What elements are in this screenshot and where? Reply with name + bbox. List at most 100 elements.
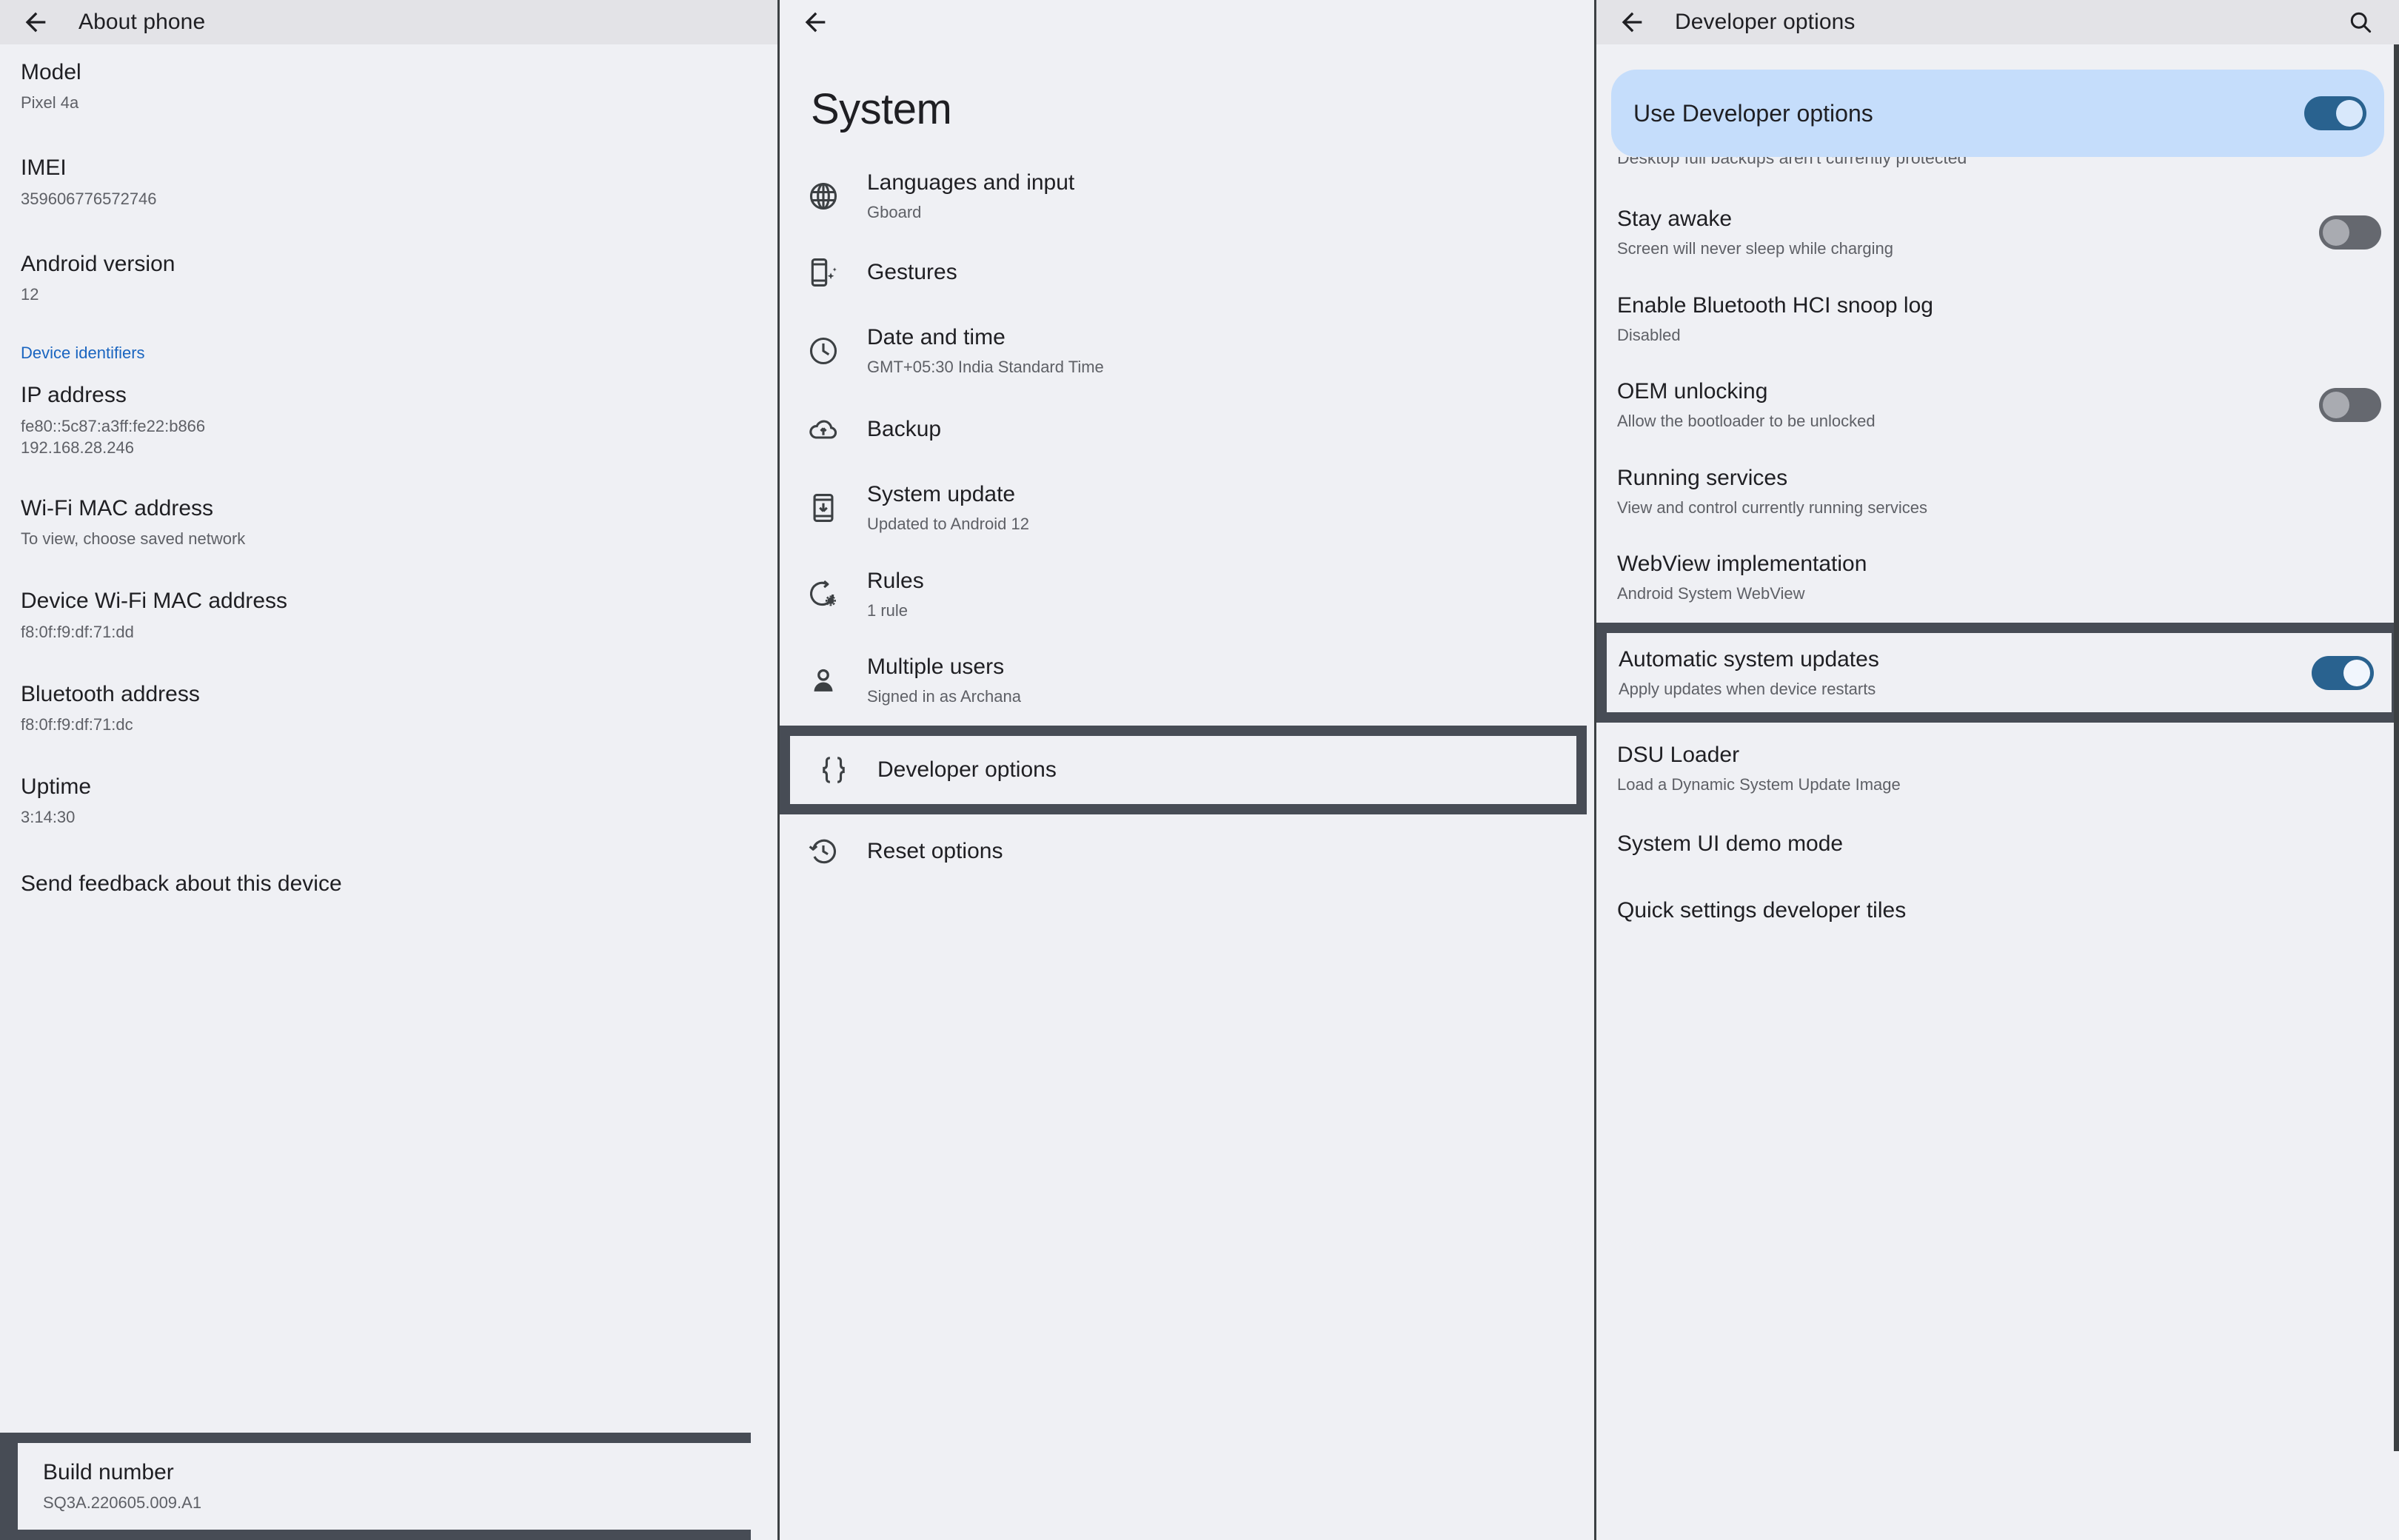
system-update-icon — [780, 492, 867, 524]
item-title: Running services — [1617, 465, 1788, 490]
pref-system-ui-demo-mode[interactable]: System UI demo mode — [1596, 808, 2399, 871]
system-list: Languages and input Gboard Gestures Date… — [780, 156, 1594, 726]
list-item-reset-options[interactable]: Reset options — [780, 814, 1594, 888]
pref-running-services[interactable]: Running services View and control curren… — [1596, 446, 2399, 532]
about-phone-appbar: About phone — [0, 0, 777, 44]
developer-options-appbar: Developer options — [1596, 0, 2399, 44]
item-value: 359606776572746 — [21, 189, 157, 208]
list-item[interactable]: Model Pixel 4a — [21, 44, 777, 125]
item-title: Reset options — [867, 838, 1003, 863]
oem-unlocking-toggle[interactable] — [2319, 388, 2381, 423]
gestures-phone-icon — [780, 256, 867, 289]
use-developer-options-toggle[interactable] — [2304, 96, 2366, 130]
search-icon[interactable] — [2347, 9, 2374, 36]
three-panel-screenshot: About phone Model Pixel 4a IMEI 35960677… — [0, 0, 2399, 1540]
item-title: System update — [867, 482, 1016, 507]
list-item[interactable]: IP address fe80::5c87:a3ff:fe22:b866 192… — [21, 366, 777, 469]
person-icon — [780, 665, 867, 697]
item-title: Backup — [867, 417, 942, 442]
list-item-system-update[interactable]: System update Updated to Android 12 — [780, 465, 1594, 552]
item-sub: Gboard — [867, 203, 922, 221]
item-value: fe80::5c87:a3ff:fe22:b866 192.168.28.246 — [21, 416, 206, 457]
item-title: Uptime — [21, 774, 92, 799]
list-item[interactable]: Uptime 3:14:30 — [21, 747, 777, 840]
scrollbar[interactable] — [2394, 44, 2399, 1451]
item-value: 3:14:30 — [21, 808, 76, 827]
arrow-back-icon[interactable] — [21, 7, 50, 37]
clock-icon — [780, 335, 867, 367]
history-icon — [780, 835, 867, 868]
item-title: DSU Loader — [1617, 742, 1740, 767]
page-title: Developer options — [1675, 10, 1856, 34]
item-sub: GMT+05:30 India Standard Time — [867, 357, 1104, 376]
item-title: Developer options — [877, 757, 1057, 782]
item-title: Rules — [867, 568, 924, 593]
item-title: Multiple users — [867, 654, 1005, 680]
item-title: Android version — [21, 251, 175, 276]
item-value: f8:0f:f9:df:71:dd — [21, 622, 134, 641]
pref-webview-implementation[interactable]: WebView implementation Android System We… — [1596, 532, 2399, 623]
list-item-developer-options[interactable]: Developer options — [790, 735, 1576, 804]
item-title: Wi-Fi MAC address — [21, 495, 214, 520]
arrow-back-icon[interactable] — [1617, 7, 1647, 37]
item-title: Send feedback about this device — [21, 871, 342, 897]
list-item-languages-and-input[interactable]: Languages and input Gboard — [780, 156, 1594, 237]
item-title: Build number — [43, 1459, 174, 1484]
page-title: About phone — [78, 10, 206, 34]
pref-stay-awake[interactable]: Stay awake Screen will never sleep while… — [1596, 191, 2399, 273]
item-sub: Android System WebView — [1617, 584, 1805, 603]
automatic-system-updates-toggle[interactable] — [2312, 656, 2374, 691]
list-item-rules[interactable]: Rules 1 rule — [780, 552, 1594, 638]
use-developer-options-label: Use Developer options — [1633, 99, 1873, 127]
list-item[interactable]: Android version 12 — [21, 221, 777, 317]
item-sub: Apply updates when device restarts — [1619, 679, 1876, 698]
list-item-gestures[interactable]: Gestures — [780, 237, 1594, 308]
item-value: Pixel 4a — [21, 93, 79, 113]
about-phone-screen: About phone Model Pixel 4a IMEI 35960677… — [0, 0, 777, 1540]
pref-bluetooth-hci-snoop-log[interactable]: Enable Bluetooth HCI snoop log Disabled — [1596, 273, 2399, 360]
build-number-highlight: Build number SQ3A.220605.009.A1 — [0, 1432, 751, 1540]
item-sub: Allow the bootloader to be unlocked — [1617, 412, 1876, 431]
pref-dsu-loader[interactable]: DSU Loader Load a Dynamic System Update … — [1596, 723, 2399, 809]
rules-gear-icon — [780, 578, 867, 611]
item-title: Languages and input — [867, 170, 1075, 195]
globe-icon — [780, 180, 867, 212]
list-item[interactable]: Device Wi-Fi MAC address f8:0f:f9:df:71:… — [21, 561, 777, 654]
list-item[interactable]: Bluetooth address f8:0f:f9:df:71:dc — [21, 654, 777, 747]
use-developer-options-row[interactable]: Use Developer options — [1611, 70, 2384, 157]
send-feedback-item[interactable]: Send feedback about this device — [21, 840, 777, 916]
build-number-item[interactable]: Build number SQ3A.220605.009.A1 — [18, 1442, 751, 1530]
stay-awake-toggle[interactable] — [2319, 215, 2381, 250]
item-title: Gestures — [867, 259, 957, 284]
list-item-multiple-users[interactable]: Multiple users Signed in as Archana — [780, 637, 1594, 726]
list-item-date-and-time[interactable]: Date and time GMT+05:30 India Standard T… — [780, 308, 1594, 395]
item-title: IMEI — [21, 155, 67, 181]
page-title: System — [811, 85, 952, 133]
item-value: To view, choose saved network — [21, 529, 246, 549]
item-sub: Updated to Android 12 — [867, 515, 1029, 534]
item-title: System UI demo mode — [1617, 831, 1844, 857]
item-title: Automatic system updates — [1619, 646, 1879, 672]
item-sub: Screen will never sleep while charging — [1617, 239, 1893, 258]
pref-automatic-system-updates[interactable]: Automatic system updates Apply updates w… — [1607, 632, 2392, 712]
backup-warning-banner: Desktop full backups aren't currently pr… — [1617, 157, 1967, 167]
item-title: Quick settings developer tiles — [1617, 898, 1907, 923]
device-identifiers-link[interactable]: Device identifiers — [21, 317, 777, 366]
item-title: Stay awake — [1617, 207, 1733, 231]
cloud-upload-icon — [780, 413, 867, 446]
developer-options-highlight: Developer options — [780, 725, 1587, 814]
arrow-back-icon[interactable] — [800, 7, 830, 37]
item-title: Date and time — [867, 324, 1006, 349]
pref-oem-unlocking[interactable]: OEM unlocking Allow the bootloader to be… — [1596, 359, 2399, 446]
developer-options-screen: Developer options Use Developer options … — [1594, 0, 2399, 1540]
item-title: Model — [21, 60, 81, 84]
item-value: f8:0f:f9:df:71:dc — [21, 714, 133, 734]
list-item-backup[interactable]: Backup — [780, 394, 1594, 465]
pref-quick-settings-developer-tiles[interactable]: Quick settings developer tiles — [1596, 871, 2399, 937]
item-sub: View and control currently running servi… — [1617, 498, 1928, 517]
item-sub: Disabled — [1617, 325, 1681, 344]
item-value: 12 — [21, 285, 39, 304]
item-sub: 1 rule — [867, 600, 909, 620]
list-item[interactable]: Wi-Fi MAC address To view, choose saved … — [21, 470, 777, 561]
list-item[interactable]: IMEI 359606776572746 — [21, 125, 777, 221]
